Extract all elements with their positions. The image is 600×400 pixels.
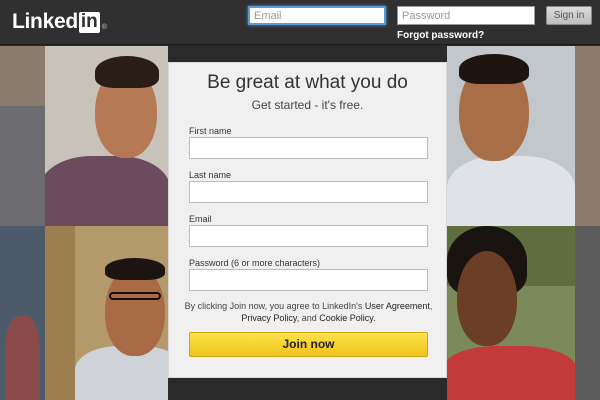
terms-text: By clicking Join now, you agree to Linke… xyxy=(183,300,434,324)
password-label: Password (6 or more characters) xyxy=(189,258,321,268)
top-header: Linked in ® Sign in Forgot password? xyxy=(0,0,600,45)
last-name-field[interactable] xyxy=(189,181,428,203)
email-label: Email xyxy=(189,214,212,224)
photo-tile xyxy=(575,226,600,400)
join-now-button[interactable]: Join now xyxy=(189,332,428,357)
terms-comma: , xyxy=(429,301,433,311)
user-agreement-link[interactable]: User Agreement xyxy=(365,301,430,311)
photo-tile xyxy=(447,46,575,226)
logo-registered-mark: ® xyxy=(101,24,107,31)
first-name-field[interactable] xyxy=(189,137,428,159)
sign-in-button[interactable]: Sign in xyxy=(546,6,592,25)
linkedin-logo[interactable]: Linked in ® xyxy=(12,10,107,34)
signup-card: Be great at what you do Get started - it… xyxy=(168,62,447,378)
last-name-label: Last name xyxy=(189,170,232,180)
header-password-input[interactable] xyxy=(397,6,535,25)
photo-tile xyxy=(0,46,45,226)
signup-subtitle: Get started - it's free. xyxy=(251,98,364,112)
privacy-policy-link[interactable]: Privacy Policy xyxy=(241,313,296,323)
photo-tile xyxy=(575,46,600,226)
logo-wordmark: Linked xyxy=(12,10,78,33)
email-field[interactable] xyxy=(189,225,428,247)
photo-tile xyxy=(45,46,168,226)
logo-in-box: in xyxy=(78,10,100,33)
terms-end: . xyxy=(373,313,376,323)
first-name-label: First name xyxy=(189,126,232,136)
forgot-password-link[interactable]: Forgot password? xyxy=(397,30,484,41)
header-email-input[interactable] xyxy=(248,6,386,25)
photo-tile xyxy=(0,226,45,400)
signup-title: Be great at what you do xyxy=(207,72,408,93)
password-field[interactable] xyxy=(189,269,428,291)
photo-tile xyxy=(447,226,575,400)
terms-prefix: By clicking Join now, you agree to Linke… xyxy=(184,301,365,311)
photo-tile xyxy=(45,226,168,400)
cookie-policy-link[interactable]: Cookie Policy xyxy=(319,313,373,323)
terms-and: , and xyxy=(296,313,320,323)
